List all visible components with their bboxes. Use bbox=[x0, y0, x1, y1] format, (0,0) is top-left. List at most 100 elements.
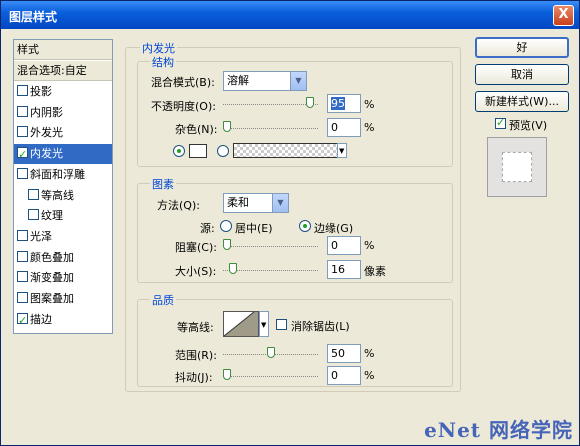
choke-slider[interactable] bbox=[223, 239, 318, 251]
choke-slider-thumb[interactable] bbox=[223, 239, 231, 250]
noise-unit: % bbox=[364, 121, 375, 134]
style-item[interactable]: 等高线 bbox=[14, 186, 112, 206]
jitter-unit: % bbox=[364, 369, 375, 382]
size-input[interactable]: 16 bbox=[327, 260, 361, 279]
style-item-checkbox[interactable] bbox=[28, 188, 39, 200]
size-label: 大小(S): bbox=[175, 265, 217, 278]
opacity-unit: % bbox=[364, 98, 375, 111]
ok-button[interactable]: 好 bbox=[475, 37, 569, 58]
range-input[interactable]: 50 bbox=[327, 344, 361, 363]
style-item-label: 图案叠加 bbox=[30, 292, 74, 305]
solid-color-radio[interactable] bbox=[173, 145, 185, 157]
style-item-checkbox[interactable] bbox=[17, 271, 28, 283]
range-slider[interactable] bbox=[223, 347, 318, 359]
glow-gradient-picker[interactable] bbox=[233, 143, 345, 158]
style-item[interactable]: 外发光 bbox=[14, 123, 112, 143]
style-item[interactable]: 投影 bbox=[14, 82, 112, 102]
style-item-label: 光泽 bbox=[30, 229, 52, 243]
method-label: 方法(Q): bbox=[157, 199, 200, 212]
style-item-label: 等高线 bbox=[41, 188, 74, 202]
style-item[interactable]: 图案叠加 bbox=[14, 289, 112, 309]
chevron-down-icon: ▼ bbox=[339, 147, 345, 155]
style-item[interactable]: 内发光 bbox=[14, 144, 112, 165]
source-edge-label[interactable]: 边缘(G) bbox=[314, 220, 353, 236]
blend-mode-select[interactable]: 溶解 ▼ bbox=[223, 71, 307, 91]
contour-curve-icon bbox=[223, 311, 258, 337]
style-item[interactable]: 描边 bbox=[14, 310, 112, 331]
range-label: 范围(R): bbox=[175, 349, 217, 362]
elements-label: 图素 bbox=[150, 176, 176, 192]
opacity-slider-thumb[interactable] bbox=[306, 97, 314, 108]
noise-slider-thumb[interactable] bbox=[223, 121, 231, 132]
preview-checkbox[interactable] bbox=[495, 116, 506, 129]
structure-label: 结构 bbox=[150, 54, 176, 70]
style-item-checkbox[interactable] bbox=[17, 311, 28, 331]
opacity-slider[interactable] bbox=[223, 97, 318, 109]
method-select[interactable]: 柔和 ▼ bbox=[223, 193, 289, 213]
close-icon: X bbox=[558, 7, 569, 22]
contour-dropdown[interactable]: ▼ bbox=[259, 311, 269, 337]
style-item[interactable]: 渐变叠加 bbox=[14, 268, 112, 288]
style-preview-thumbnail bbox=[487, 137, 547, 197]
cancel-button[interactable]: 取消 bbox=[475, 64, 569, 85]
antialias-checkbox[interactable] bbox=[276, 319, 287, 330]
style-item[interactable]: 光泽 bbox=[14, 227, 112, 247]
antialias-label[interactable]: 消除锯齿(L) bbox=[291, 318, 350, 334]
style-item-label: 颜色叠加 bbox=[30, 250, 74, 264]
style-item-checkbox[interactable] bbox=[17, 250, 28, 262]
chevron-down-icon: ▼ bbox=[290, 72, 306, 90]
style-item-checkbox[interactable] bbox=[17, 105, 28, 117]
style-item[interactable]: 颜色叠加 bbox=[14, 248, 112, 268]
jitter-input[interactable]: 0 bbox=[327, 366, 361, 385]
watermark-logo: eNet 网络学院 bbox=[424, 418, 573, 442]
blend-mode-label: 混合模式(B): bbox=[151, 76, 215, 89]
style-item[interactable]: 斜面和浮雕 bbox=[14, 165, 112, 185]
range-slider-thumb[interactable] bbox=[267, 347, 275, 358]
opacity-input[interactable]: 95 bbox=[327, 94, 361, 113]
style-item-checkbox[interactable] bbox=[28, 209, 39, 221]
chevron-down-icon: ▼ bbox=[272, 194, 288, 212]
method-value: 柔和 bbox=[227, 196, 249, 209]
choke-label: 阻塞(C): bbox=[175, 241, 217, 254]
style-item[interactable]: 内阴影 bbox=[14, 103, 112, 123]
size-unit: 像素 bbox=[364, 265, 386, 278]
style-item-label: 外发光 bbox=[30, 126, 63, 140]
close-button[interactable]: X bbox=[553, 5, 574, 26]
new-style-button[interactable]: 新建样式(W)... bbox=[475, 91, 569, 112]
style-item-label: 投影 bbox=[30, 85, 52, 98]
style-item-checkbox[interactable] bbox=[17, 85, 28, 96]
style-list: 样式 混合选项:自定 投影内阴影外发光内发光斜面和浮雕等高线纹理光泽颜色叠加渐变… bbox=[13, 39, 113, 334]
contour-picker[interactable] bbox=[223, 311, 259, 337]
jitter-slider[interactable] bbox=[223, 369, 318, 381]
jitter-slider-thumb[interactable] bbox=[223, 369, 231, 380]
source-edge-radio[interactable] bbox=[299, 220, 311, 232]
source-center-label[interactable]: 居中(E) bbox=[235, 220, 273, 236]
choke-input[interactable]: 0 bbox=[327, 236, 361, 255]
chevron-down-icon: ▼ bbox=[261, 321, 267, 329]
layer-style-dialog: 图层样式 X 样式 混合选项:自定 投影内阴影外发光内发光斜面和浮雕等高线纹理光… bbox=[0, 0, 580, 446]
style-item-label: 描边 bbox=[30, 312, 52, 326]
size-slider[interactable] bbox=[223, 263, 318, 275]
style-item[interactable]: 纹理 bbox=[14, 206, 112, 226]
noise-slider[interactable] bbox=[223, 121, 318, 133]
size-slider-thumb[interactable] bbox=[229, 263, 237, 274]
noise-input[interactable]: 0 bbox=[327, 118, 361, 137]
style-item-checkbox[interactable] bbox=[17, 126, 28, 138]
quality-label: 品质 bbox=[150, 292, 176, 308]
blend-mode-value: 溶解 bbox=[227, 74, 249, 87]
source-center-radio[interactable] bbox=[220, 220, 232, 232]
gradient-radio[interactable] bbox=[217, 145, 229, 157]
style-item-checkbox[interactable] bbox=[17, 145, 28, 165]
preview-label[interactable]: 预览(V) bbox=[509, 117, 547, 133]
glow-color-swatch[interactable] bbox=[189, 144, 207, 158]
style-item-checkbox[interactable] bbox=[17, 229, 28, 241]
gradient-dropdown[interactable]: ▼ bbox=[337, 143, 347, 158]
style-list-header[interactable]: 样式 bbox=[14, 40, 112, 60]
title-bar: 图层样式 X bbox=[1, 1, 579, 29]
style-item-checkbox[interactable] bbox=[17, 167, 28, 179]
style-item-label: 内发光 bbox=[30, 147, 63, 161]
blending-options-item[interactable]: 混合选项:自定 bbox=[14, 61, 112, 81]
noise-label: 杂色(N): bbox=[175, 123, 218, 136]
style-item-checkbox[interactable] bbox=[17, 292, 28, 303]
window-title: 图层样式 bbox=[9, 10, 58, 24]
